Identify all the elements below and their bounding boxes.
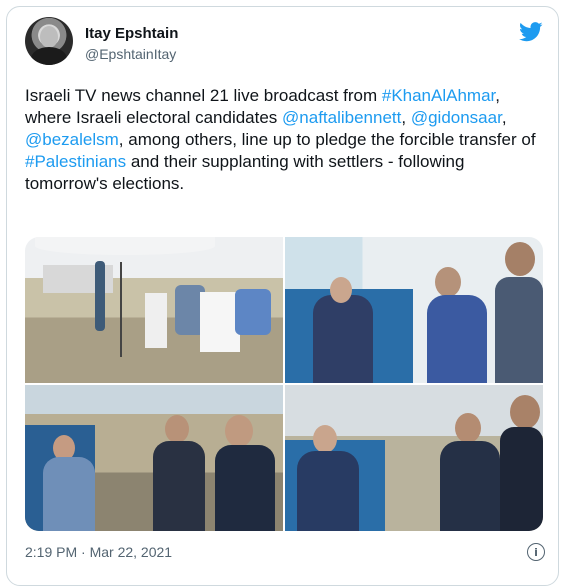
tweet-text-segment: , [501, 108, 507, 127]
avatar[interactable] [25, 17, 73, 65]
photo-2[interactable] [285, 237, 543, 383]
tweet-text: Israeli TV news channel 21 live broadcas… [25, 85, 545, 195]
photo-3[interactable] [25, 385, 283, 531]
tweet-text-segment: , among others, line up to pledge the fo… [118, 130, 536, 149]
author-handle[interactable]: @EpshtainItay [85, 46, 176, 62]
info-icon[interactable]: i [527, 543, 545, 561]
tweet-timestamp[interactable]: 2:19 PM · Mar 22, 2021 [25, 544, 172, 560]
tweet-text-segment: , [401, 108, 411, 127]
photo-1[interactable] [25, 237, 283, 383]
hashtag-link[interactable]: #KhanAlAhmar [382, 86, 495, 105]
photo-4[interactable] [285, 385, 543, 531]
media-grid [25, 237, 543, 531]
tweet-text-segment: Israeli TV news channel 21 live broadcas… [25, 86, 382, 105]
twitter-bird-icon[interactable] [519, 22, 543, 42]
mention-link[interactable]: @naftalibennett [282, 108, 401, 127]
hashtag-link[interactable]: #Palestinians [25, 152, 126, 171]
mention-link[interactable]: @gidonsaar [411, 108, 502, 127]
author-name[interactable]: Itay Epshtain [85, 25, 178, 42]
tweet-card[interactable]: Itay Epshtain @EpshtainItay Israeli TV n… [6, 6, 559, 586]
mention-link[interactable]: @bezalelsm [25, 130, 119, 149]
